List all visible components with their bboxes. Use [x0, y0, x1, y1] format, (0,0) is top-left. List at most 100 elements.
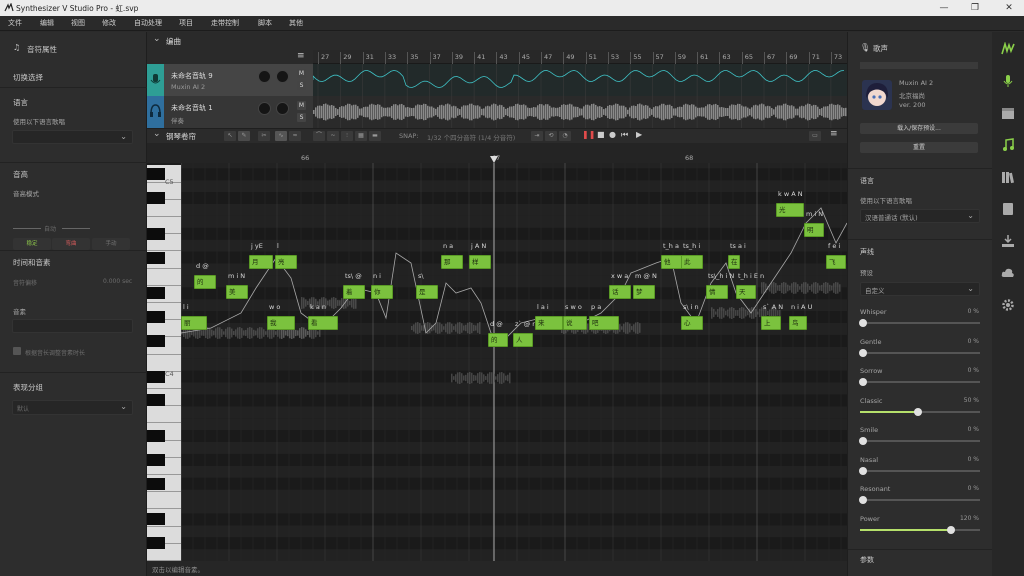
load-save-preset-button[interactable]: 载入/保存预设...	[860, 123, 978, 134]
menu-edit[interactable]: 编辑	[40, 18, 54, 28]
note-lyric[interactable]: m i N	[806, 210, 823, 218]
mode-slider[interactable]	[859, 466, 980, 475]
note-lyric[interactable]: ts_h i	[683, 242, 700, 250]
note-lyric[interactable]: n i	[373, 272, 381, 280]
loop-icon[interactable]: ⟲	[545, 131, 557, 141]
pitch-mode-manual[interactable]: 手动	[92, 238, 130, 250]
slider-thumb[interactable]	[947, 525, 955, 534]
minimize-button[interactable]: —	[937, 2, 951, 14]
phoneme-field[interactable]	[12, 319, 133, 333]
black-key[interactable]	[147, 513, 165, 526]
track-name[interactable]: 未命名音轨 1	[171, 103, 213, 113]
solo-button[interactable]: S	[297, 113, 306, 122]
pan-knob[interactable]	[276, 70, 289, 83]
menu-file[interactable]: 文件	[8, 18, 22, 28]
mode-slider[interactable]	[859, 496, 980, 504]
arrangement-menu-icon[interactable]: ≡	[297, 51, 305, 61]
track-name[interactable]: 未命名音轨 9	[171, 71, 213, 81]
note-block[interactable]: 明	[804, 223, 824, 237]
mode-slider[interactable]	[859, 319, 980, 327]
pitch-mode-stable[interactable]: 稳定	[13, 238, 51, 250]
playhead-marker-icon[interactable]	[490, 156, 498, 163]
pianoroll-ruler[interactable]: 66 67 68	[147, 143, 847, 163]
collapse-arrow-icon[interactable]: ⌄	[153, 129, 161, 139]
menu-view[interactable]: 视图	[71, 18, 85, 28]
screen-icon[interactable]: ▭	[809, 131, 821, 141]
mode-value[interactable]: 0 %	[949, 456, 979, 463]
note-block[interactable]: 鸟	[789, 316, 807, 330]
import-icon[interactable]	[1001, 234, 1015, 248]
curve-tool-icon[interactable]: ⌒	[313, 131, 325, 141]
logo-icon[interactable]	[1001, 42, 1015, 56]
note-lyric[interactable]: s w o	[565, 303, 582, 311]
mute-button[interactable]: M	[297, 101, 306, 110]
expression-dropdown[interactable]: 默认 ⌄	[12, 400, 133, 415]
slider-thumb[interactable]	[859, 437, 867, 445]
note-lyric[interactable]: m @ N	[635, 272, 657, 280]
mode-slider[interactable]	[859, 378, 980, 386]
menu-modify[interactable]: 修改	[102, 18, 116, 28]
note-lyric[interactable]: w o	[269, 303, 280, 311]
mode-slider[interactable]	[860, 407, 980, 416]
note-lyric[interactable]: s` A N	[763, 303, 783, 311]
note-block[interactable]: 来	[535, 316, 563, 330]
slider-thumb[interactable]	[859, 378, 867, 386]
library-icon[interactable]	[1001, 170, 1015, 184]
note-lyric[interactable]: s\	[418, 272, 424, 280]
black-key[interactable]	[147, 311, 165, 324]
mode-slider[interactable]	[859, 437, 980, 445]
clapperboard-icon[interactable]	[1001, 106, 1015, 120]
phoneme-duration-checkbox[interactable]	[13, 347, 21, 355]
white-key[interactable]	[147, 268, 181, 286]
book-icon[interactable]	[1001, 202, 1015, 216]
note-lyric[interactable]: l i	[183, 303, 189, 311]
grid-tool-icon[interactable]: ▦	[355, 131, 367, 141]
slider-thumb[interactable]	[859, 319, 867, 327]
note-block[interactable]: 在	[728, 255, 740, 269]
gain-knob[interactable]	[258, 70, 271, 83]
white-key[interactable]	[147, 406, 181, 424]
note-block[interactable]: 他	[661, 255, 683, 269]
note-block[interactable]: 此	[681, 255, 703, 269]
mode-value[interactable]: 0 %	[949, 308, 979, 315]
note-block[interactable]: 亮	[275, 255, 297, 269]
wave-tool-icon[interactable]: ~	[327, 131, 339, 141]
note-lyric[interactable]: f e i	[828, 242, 840, 250]
note-block[interactable]: 是	[416, 285, 438, 299]
black-key[interactable]	[147, 370, 165, 383]
note-lyric[interactable]: k a n	[310, 303, 326, 311]
pianoroll-grid[interactable]: j yE 月 l 亮 d @ 的 m i N 美 l i 丽 w o 我 k a n 看 ts\ @ 着 n i…	[147, 163, 847, 561]
note-lyric[interactable]: x w a	[611, 272, 628, 280]
slider-thumb[interactable]	[859, 496, 867, 504]
note-block[interactable]: 说	[563, 316, 587, 330]
note-lyric[interactable]: z` @ n	[515, 320, 536, 328]
note-lyric[interactable]: k w A N	[778, 190, 803, 198]
stop-icon[interactable]: ■	[597, 130, 605, 139]
white-key[interactable]	[147, 354, 181, 372]
language-dropdown[interactable]: 汉语普通话 (默认) ⌄	[860, 209, 980, 223]
offset-value[interactable]: 0.000 sec	[103, 278, 132, 285]
note-lyric[interactable]: ts\_h i N	[708, 272, 734, 280]
note-block[interactable]: 上	[761, 316, 781, 330]
note-lyric[interactable]: ts\ @	[345, 272, 362, 280]
note-block[interactable]: 丽	[181, 316, 207, 330]
black-key[interactable]	[147, 334, 165, 347]
note-lyric[interactable]: d @	[196, 262, 209, 270]
cloud-icon[interactable]	[1001, 266, 1015, 280]
slider-thumb[interactable]	[859, 348, 867, 357]
note-block[interactable]: 我	[267, 316, 295, 330]
param-tool-icon[interactable]: ⫶	[341, 131, 353, 141]
black-key[interactable]	[147, 430, 165, 443]
mode-value[interactable]: 0 %	[949, 367, 979, 374]
switch-selection[interactable]: 切换选择	[13, 72, 43, 83]
note-lyric[interactable]: t_h i E n	[738, 272, 764, 280]
record-dot-icon[interactable]: ●	[609, 130, 616, 139]
note-block[interactable]: 天	[736, 285, 756, 299]
note-lyric[interactable]: l	[277, 242, 279, 250]
note-block[interactable]: 飞	[826, 255, 846, 269]
mode-value[interactable]: 0 %	[949, 338, 979, 345]
language-dropdown[interactable]: ⌄	[12, 130, 133, 144]
menu-transport[interactable]: 走带控制	[211, 18, 239, 28]
note-block[interactable]: 着	[343, 285, 365, 299]
pitch-tool-icon[interactable]: ∿	[275, 131, 287, 141]
